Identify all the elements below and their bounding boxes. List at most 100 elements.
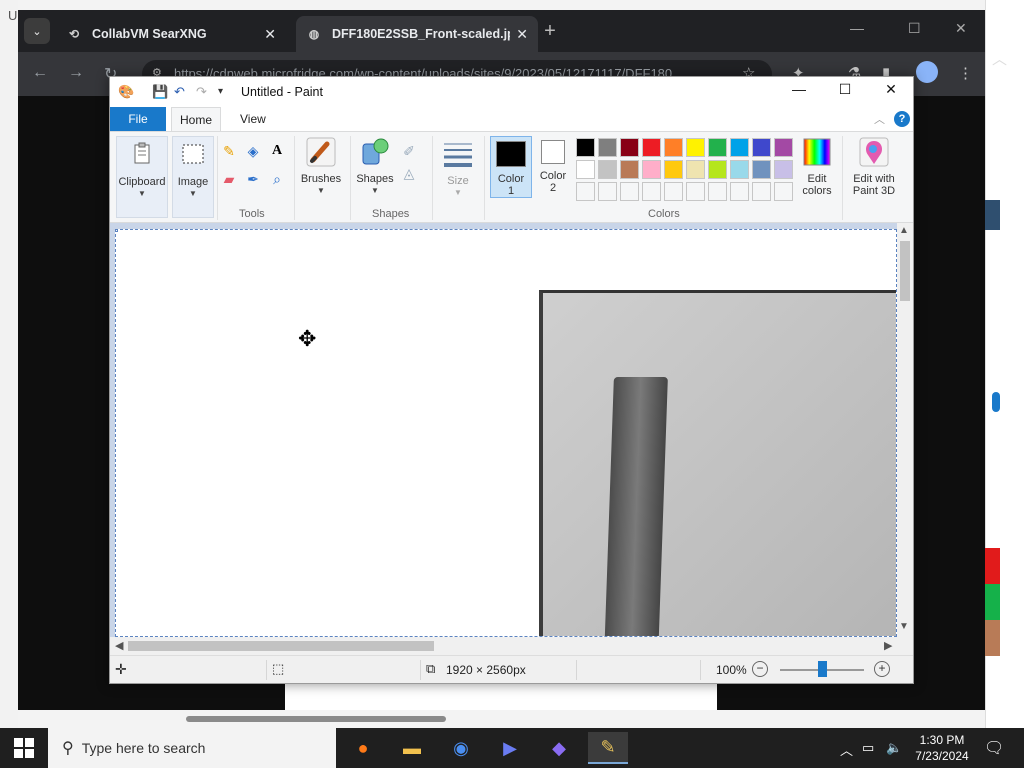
- palette-swatch[interactable]: [686, 160, 705, 179]
- color-picker-icon[interactable]: ✒: [244, 170, 262, 188]
- fill-bucket-icon[interactable]: ◈: [244, 142, 262, 160]
- minimize-icon[interactable]: —: [850, 20, 864, 36]
- palette-swatch[interactable]: [774, 160, 793, 179]
- resize-handle[interactable]: [116, 230, 118, 232]
- palette-swatch[interactable]: [642, 138, 661, 157]
- close-icon[interactable]: ✕: [876, 81, 906, 98]
- pencil-icon[interactable]: ✎: [220, 142, 238, 160]
- palette-swatch-empty[interactable]: [620, 182, 639, 201]
- palette-swatch-empty[interactable]: [708, 182, 727, 201]
- vertical-scroll-thumb[interactable]: [900, 241, 910, 301]
- palette-swatch[interactable]: [642, 160, 661, 179]
- redo-icon[interactable]: ↷: [196, 84, 207, 100]
- zoom-slider-thumb[interactable]: [818, 661, 827, 677]
- palette-swatch-empty[interactable]: [598, 182, 617, 201]
- fill-icon[interactable]: ◬: [400, 164, 418, 182]
- palette-swatch[interactable]: [708, 138, 727, 157]
- palette-swatch[interactable]: [708, 160, 727, 179]
- tab-view[interactable]: View: [240, 107, 266, 131]
- zoom-out-icon[interactable]: −: [752, 661, 768, 677]
- palette-swatch-empty[interactable]: [576, 182, 595, 201]
- palette-swatch-empty[interactable]: [752, 182, 771, 201]
- palette-swatch[interactable]: [598, 160, 617, 179]
- scroll-right-icon[interactable]: ▶: [884, 639, 892, 652]
- zoom-in-icon[interactable]: +: [874, 661, 890, 677]
- new-tab-button[interactable]: +: [538, 20, 562, 44]
- scroll-left-icon[interactable]: ◀: [115, 639, 123, 652]
- size-button[interactable]: Size ▼: [438, 138, 478, 199]
- tab-collabvm-searxng[interactable]: ⟲ CollabVM SearXNG ✕: [56, 16, 286, 52]
- horizontal-scroll-thumb[interactable]: [128, 641, 434, 651]
- palette-swatch-empty[interactable]: [774, 182, 793, 201]
- drawing-canvas[interactable]: ✥: [115, 229, 897, 637]
- image-button[interactable]: Image ▼: [172, 136, 214, 218]
- save-icon[interactable]: 💾: [152, 84, 168, 100]
- palette-swatch[interactable]: [598, 138, 617, 157]
- system-clock[interactable]: 1:30 PM 7/23/2024: [912, 732, 972, 764]
- edit-colors-button[interactable]: Edit colors: [796, 136, 838, 197]
- notifications-icon[interactable]: 🗨: [984, 738, 1004, 758]
- palette-swatch[interactable]: [576, 160, 595, 179]
- color1-selector[interactable]: Color 1: [490, 136, 532, 198]
- more-menu-icon[interactable]: ⋮: [958, 64, 973, 82]
- chevron-up-icon[interactable]: ︿: [840, 740, 853, 759]
- scroll-down-icon[interactable]: ▼: [899, 621, 909, 632]
- maximize-icon[interactable]: ☐: [908, 20, 921, 37]
- shapes-button[interactable]: Shapes ▼: [354, 136, 396, 197]
- tab-search-button[interactable]: ⌄: [24, 18, 50, 44]
- palette-swatch[interactable]: [752, 160, 771, 179]
- help-icon[interactable]: ?: [894, 111, 910, 127]
- palette-swatch-empty[interactable]: [686, 182, 705, 201]
- brushes-button[interactable]: Brushes ▼: [298, 136, 344, 197]
- volume-icon[interactable]: 🔈: [886, 740, 902, 756]
- undo-icon[interactable]: ↶: [174, 84, 185, 100]
- close-tab-icon[interactable]: ✕: [264, 26, 276, 43]
- palette-swatch[interactable]: [620, 138, 639, 157]
- page-scrollbar[interactable]: [186, 716, 446, 722]
- palette-swatch-empty[interactable]: [642, 182, 661, 201]
- palette-swatch-empty[interactable]: [664, 182, 683, 201]
- maximize-icon[interactable]: ☐: [830, 81, 860, 98]
- outline-icon[interactable]: ✐: [400, 142, 418, 160]
- magnifier-icon[interactable]: ⌕: [268, 170, 286, 188]
- horizontal-scrollbar[interactable]: ◀ ▶: [110, 637, 913, 655]
- network-icon[interactable]: ▭: [862, 740, 874, 756]
- palette-swatch[interactable]: [730, 160, 749, 179]
- clipboard-button[interactable]: Clipboard ▼: [116, 136, 168, 218]
- firefox-icon[interactable]: ●: [343, 732, 383, 764]
- tab-home[interactable]: Home: [171, 107, 221, 131]
- palette-swatch[interactable]: [664, 138, 683, 157]
- palette-swatch[interactable]: [752, 138, 771, 157]
- palette-swatch[interactable]: [774, 138, 793, 157]
- edit-with-paint3d-button[interactable]: Edit with Paint 3D: [846, 136, 902, 197]
- eraser-icon[interactable]: ▰: [220, 170, 238, 188]
- text-icon[interactable]: A: [268, 142, 286, 160]
- minimize-icon[interactable]: —: [784, 81, 814, 97]
- palette-swatch-empty[interactable]: [730, 182, 749, 201]
- collapse-ribbon-icon[interactable]: ︿: [874, 111, 885, 127]
- start-button[interactable]: [14, 738, 34, 758]
- palette-swatch[interactable]: [686, 138, 705, 157]
- color2-selector[interactable]: Color 2: [534, 140, 572, 194]
- chrome-icon[interactable]: ◉: [441, 732, 481, 764]
- palette-swatch[interactable]: [730, 138, 749, 157]
- palette-swatch[interactable]: [664, 160, 683, 179]
- palette-swatch[interactable]: [620, 160, 639, 179]
- scroll-up-icon[interactable]: ▲: [899, 225, 909, 236]
- paint3d-taskbar-icon[interactable]: ◆: [539, 732, 579, 764]
- profile-avatar[interactable]: [916, 61, 938, 83]
- close-tab-icon[interactable]: ✕: [516, 26, 528, 43]
- back-icon[interactable]: ←: [32, 64, 48, 82]
- forward-icon[interactable]: →: [68, 64, 84, 82]
- video-editor-icon[interactable]: ▶: [490, 732, 530, 764]
- taskbar-search[interactable]: ⚲ Type here to search: [48, 728, 336, 768]
- file-explorer-icon[interactable]: ▬: [392, 732, 432, 764]
- paint-taskbar-icon[interactable]: ✎: [588, 732, 628, 764]
- close-icon[interactable]: ✕: [955, 20, 967, 37]
- tab-file[interactable]: File: [110, 107, 166, 131]
- tab-dff180e2ssb-image[interactable]: ◍ DFF180E2SSB_Front-scaled.jpg ✕: [296, 16, 538, 52]
- vertical-scrollbar[interactable]: ▲ ▼: [897, 223, 913, 637]
- palette-swatch[interactable]: [576, 138, 595, 157]
- chevron-up-icon[interactable]: ︿: [992, 48, 1007, 69]
- customize-toolbar-icon[interactable]: ▾: [218, 86, 223, 97]
